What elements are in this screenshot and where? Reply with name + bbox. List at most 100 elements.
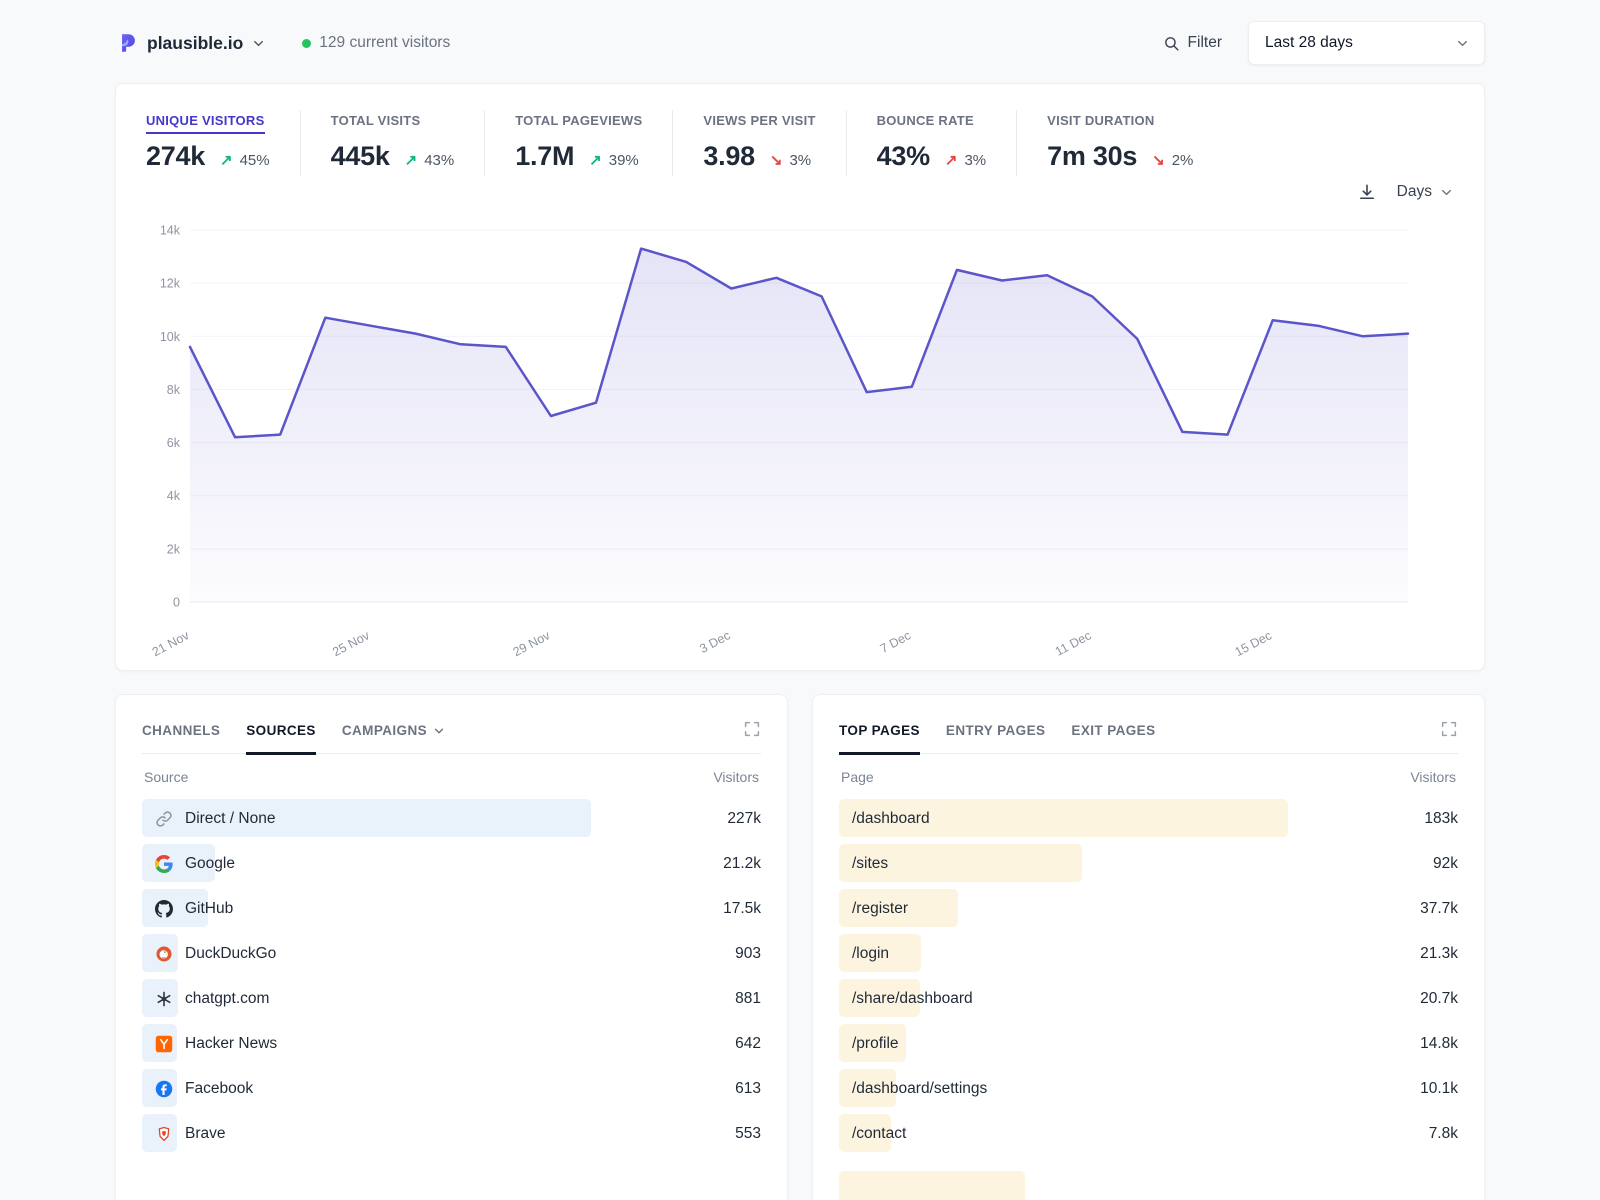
row-visitors: 903	[735, 945, 761, 963]
svg-text:3 Dec: 3 Dec	[697, 628, 732, 656]
chevron-down-icon	[1455, 36, 1470, 51]
svg-text:0: 0	[173, 596, 180, 610]
stat-change: 2%	[1172, 152, 1194, 169]
row-label: Brave	[185, 1125, 226, 1143]
google-icon	[155, 855, 173, 873]
svg-text:21 Nov: 21 Nov	[150, 628, 192, 659]
tab-label: EXIT PAGES	[1071, 723, 1155, 738]
stat-label: VISIT DURATION	[1047, 113, 1154, 134]
date-range-select[interactable]: Last 28 days	[1248, 21, 1485, 65]
live-dot-icon	[302, 39, 311, 48]
filter-button[interactable]: Filter	[1163, 34, 1222, 52]
current-visitors-label: 129 current visitors	[319, 34, 450, 52]
tab-label: CHANNELS	[142, 723, 220, 738]
table-row-chatgpt-com[interactable]: chatgpt.com 881	[142, 976, 761, 1021]
trend-down-arrow-icon: ↘	[770, 151, 783, 169]
row-visitors: 21.3k	[1420, 945, 1458, 963]
table-row-hacker-news[interactable]: Hacker News642	[142, 1021, 761, 1066]
row-visitors: 881	[735, 990, 761, 1008]
row-label: chatgpt.com	[185, 990, 269, 1008]
interval-select[interactable]: Days	[1397, 183, 1454, 201]
row-label: /register	[852, 900, 908, 918]
tab-channels[interactable]: CHANNELS	[142, 719, 220, 755]
tab-top-pages[interactable]: TOP PAGES	[839, 719, 920, 755]
table-row--profile[interactable]: /profile14.8k	[839, 1021, 1458, 1066]
row-label: /profile	[852, 1035, 899, 1053]
tab-sources[interactable]: SOURCES	[246, 719, 316, 755]
row-visitors: 17.5k	[723, 900, 761, 918]
expand-icon[interactable]	[743, 720, 761, 753]
row-visitors: 37.7k	[1420, 900, 1458, 918]
tab-exit-pages[interactable]: EXIT PAGES	[1071, 719, 1155, 755]
trend-up-arrow-icon: ↗	[589, 151, 602, 169]
facebook-icon	[155, 1080, 173, 1098]
svg-text:2k: 2k	[167, 542, 181, 556]
row-label: /dashboard	[852, 810, 930, 828]
table-row-facebook[interactable]: Facebook 613	[142, 1066, 761, 1111]
site-name: plausible.io	[147, 33, 243, 54]
trend-up-arrow-icon: ↗	[405, 151, 418, 169]
sources-list: Direct / None227kGoogle21.2kGitHub17.5kD…	[142, 796, 761, 1156]
openai-icon	[155, 990, 173, 1008]
table-row--dashboard[interactable]: /dashboard183k	[839, 796, 1458, 841]
metric-tab-total-visits[interactable]: TOTAL VISITS445k↗43%	[300, 110, 485, 176]
row-label: Facebook	[185, 1080, 253, 1098]
table-row-duckduckgo[interactable]: DuckDuckGo903	[142, 931, 761, 976]
tab-entry-pages[interactable]: ENTRY PAGES	[946, 719, 1045, 755]
stat-value: 43%	[877, 141, 930, 172]
top-bar: plausible.io 129 current visitors Filter…	[0, 0, 1600, 83]
expand-icon[interactable]	[1440, 720, 1458, 753]
row-visitors: 7.8k	[1429, 1125, 1458, 1143]
svg-text:15 Dec: 15 Dec	[1233, 628, 1275, 659]
column-header-visitors: Visitors	[713, 769, 759, 785]
row-visitors: 613	[735, 1080, 761, 1098]
metric-tab-total-pageviews[interactable]: TOTAL PAGEVIEWS1.7M↗39%	[484, 110, 672, 176]
tab-label: CAMPAIGNS	[342, 723, 427, 738]
sources-tabs: CHANNELS SOURCES CAMPAIGNS	[142, 719, 743, 753]
tab-label: ENTRY PAGES	[946, 723, 1045, 738]
download-button[interactable]	[1357, 182, 1377, 202]
table-row--dashboard-settings[interactable]: /dashboard/settings10.1k	[839, 1066, 1458, 1111]
row-visitors: 21.2k	[723, 855, 761, 873]
stat-value: 445k	[331, 141, 390, 172]
column-header-page: Page	[841, 769, 874, 785]
svg-text:7 Dec: 7 Dec	[878, 628, 913, 656]
table-row--contact[interactable]: /contact7.8k	[839, 1111, 1458, 1156]
table-row-github[interactable]: GitHub17.5k	[142, 886, 761, 931]
row-label: /login	[852, 945, 889, 963]
metric-tab-views-per-visit[interactable]: VIEWS PER VISIT3.98↘3%	[672, 110, 845, 176]
site-switcher[interactable]: plausible.io	[117, 32, 266, 54]
metric-tab-bounce-rate[interactable]: BOUNCE RATE43%↗3%	[846, 110, 1017, 176]
row-visitors: 10.1k	[1420, 1080, 1458, 1098]
tab-campaigns[interactable]: CAMPAIGNS	[342, 719, 446, 755]
chevron-down-icon	[251, 36, 266, 51]
row-label: Google	[185, 855, 235, 873]
row-label: Direct / None	[185, 810, 275, 828]
stat-label: VIEWS PER VISIT	[703, 113, 815, 134]
table-row--sites[interactable]: /sites92k	[839, 841, 1458, 886]
stat-value: 1.7M	[515, 141, 574, 172]
table-row--register[interactable]: /register 37.7k	[839, 886, 1458, 931]
trend-up-arrow-icon: ↗	[945, 151, 958, 169]
trend-down-arrow-icon: ↘	[1152, 151, 1165, 169]
trend-up-arrow-icon: ↗	[220, 151, 233, 169]
visitors-area-chart[interactable]: 02k4k6k8k10k12k14k21 Nov25 Nov29 Nov3 De…	[140, 202, 1460, 664]
search-icon	[1163, 35, 1180, 52]
metric-tab-unique-visitors[interactable]: UNIQUE VISITORS274k↗45%	[140, 110, 300, 176]
table-row--share-dashboard[interactable]: /share/dashboard20.7k	[839, 976, 1458, 1021]
stat-change: 39%	[609, 152, 639, 169]
table-row-clipped	[839, 1168, 1458, 1200]
row-visitors: 227k	[727, 810, 761, 828]
metric-tab-visit-duration[interactable]: VISIT DURATION7m 30s↘2%	[1016, 110, 1223, 176]
table-row-direct-none[interactable]: Direct / None 227k	[142, 796, 761, 841]
pages-panel: TOP PAGESENTRY PAGESEXIT PAGES Page Visi…	[812, 694, 1485, 1200]
stat-value: 3.98	[703, 141, 754, 172]
table-row-google[interactable]: Google 21.2k	[142, 841, 761, 886]
row-visitors: 553	[735, 1125, 761, 1143]
link-icon	[155, 810, 173, 828]
stat-label: BOUNCE RATE	[877, 113, 974, 134]
table-row-brave[interactable]: Brave 553	[142, 1111, 761, 1156]
row-label: /share/dashboard	[852, 990, 973, 1008]
table-row--login[interactable]: /login 21.3k	[839, 931, 1458, 976]
current-visitors[interactable]: 129 current visitors	[302, 34, 450, 52]
